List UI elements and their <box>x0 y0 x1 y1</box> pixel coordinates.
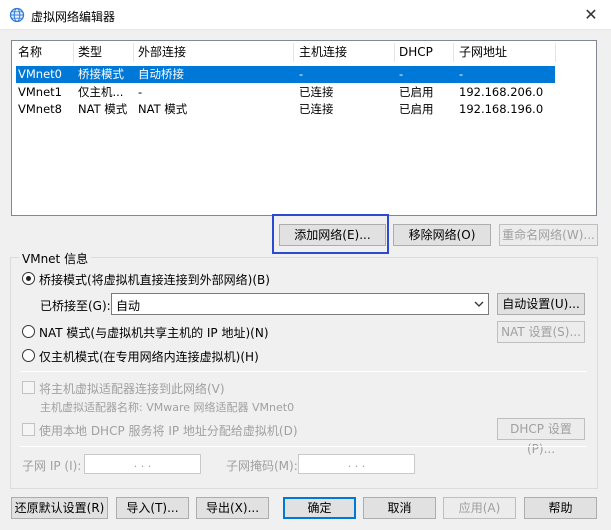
network-list[interactable]: 名称 类型 外部连接 主机连接 DHCP 子网地址 VMnet0 桥接模式 自动… <box>11 40 597 216</box>
import-button[interactable]: 导入(T)... <box>116 497 189 519</box>
table-row[interactable]: VMnet1 仅主机... - 已连接 已启用 192.168.206.0 <box>16 84 555 101</box>
column-header-dhcp[interactable]: DHCP <box>399 41 433 64</box>
subnet-mask-input[interactable]: . . . <box>298 454 415 474</box>
subnet-ip-input[interactable]: . . . <box>84 454 201 474</box>
table-row[interactable]: VMnet8 NAT 模式 NAT 模式 已连接 已启用 192.168.196… <box>16 101 555 118</box>
cell-host: 已连接 <box>299 85 334 99</box>
nat-radio[interactable] <box>22 325 35 338</box>
ok-button[interactable]: 确定 <box>283 497 356 519</box>
remove-network-button[interactable]: 移除网络(O) <box>393 224 491 246</box>
export-button[interactable]: 导出(X)... <box>196 497 269 519</box>
cell-subnet: 192.168.196.0 <box>459 102 544 116</box>
bridged-to-select[interactable]: 自动 <box>111 293 489 315</box>
cell-subnet: - <box>459 67 464 81</box>
cell-name: VMnet0 <box>18 67 62 81</box>
connect-adapter-checkbox[interactable] <box>22 381 35 394</box>
cell-subnet: 192.168.206.0 <box>459 85 544 99</box>
divider <box>20 446 587 447</box>
column-header-external[interactable]: 外部连接 <box>138 41 186 64</box>
nat-settings-button[interactable]: NAT 设置(S)... <box>497 321 585 343</box>
title-bar: 虚拟网络编辑器 ✕ <box>0 0 611 30</box>
dhcp-label[interactable]: 使用本地 DHCP 服务将 IP 地址分配给虚拟机(D) <box>39 422 298 439</box>
cell-type: 仅主机... <box>78 85 124 99</box>
window-title: 虚拟网络编辑器 <box>31 10 116 24</box>
column-header-host[interactable]: 主机连接 <box>299 41 347 64</box>
adapter-name-label: 主机虚拟适配器名称: VMware 网络适配器 VMnet0 <box>40 401 295 414</box>
bridged-to-value: 自动 <box>116 299 141 313</box>
dhcp-checkbox[interactable] <box>22 423 35 436</box>
table-row[interactable]: VMnet0 桥接模式 自动桥接 - - - <box>16 66 555 83</box>
nat-label[interactable]: NAT 模式(与虚拟机共享主机的 IP 地址)(N) <box>39 324 269 341</box>
cell-type: NAT 模式 <box>78 102 128 116</box>
column-header-name[interactable]: 名称 <box>18 41 42 64</box>
connect-adapter-label[interactable]: 将主机虚拟适配器连接到此网络(V) <box>39 380 225 397</box>
host-only-label[interactable]: 仅主机模式(在专用网络内连接虚拟机)(H) <box>39 348 259 365</box>
host-only-radio[interactable] <box>22 349 35 362</box>
vmnet-info-title: VMnet 信息 <box>19 250 92 267</box>
cell-name: VMnet8 <box>18 102 62 116</box>
highlight-box <box>272 214 389 254</box>
cell-dhcp: 已启用 <box>399 102 434 116</box>
cancel-button[interactable]: 取消 <box>363 497 436 519</box>
close-icon[interactable]: ✕ <box>577 3 605 27</box>
cell-external: 自动桥接 <box>138 67 184 81</box>
column-header-type[interactable]: 类型 <box>78 41 102 64</box>
cell-dhcp: - <box>399 67 404 81</box>
help-button[interactable]: 帮助 <box>524 497 597 519</box>
column-header-subnet[interactable]: 子网地址 <box>459 41 507 64</box>
bridged-label[interactable]: 桥接模式(将虚拟机直接连接到外部网络)(B) <box>39 271 270 288</box>
cell-host: 已连接 <box>299 102 334 116</box>
cell-name: VMnet1 <box>18 85 62 99</box>
globe-icon <box>9 7 25 23</box>
restore-defaults-button[interactable]: 还原默认设置(R) <box>11 497 108 519</box>
divider <box>20 371 587 372</box>
cell-external: NAT 模式 <box>138 102 188 116</box>
bridged-radio[interactable] <box>22 272 35 285</box>
cell-type: 桥接模式 <box>78 67 124 81</box>
cell-dhcp: 已启用 <box>399 85 434 99</box>
subnet-mask-label: 子网掩码(M): <box>226 459 298 473</box>
cell-host: - <box>299 67 304 81</box>
apply-button[interactable]: 应用(A) <box>443 497 516 519</box>
subnet-ip-label: 子网 IP (I): <box>22 459 82 473</box>
rename-network-button[interactable]: 重命名网络(W)... <box>499 224 598 246</box>
dhcp-settings-button[interactable]: DHCP 设置(P)... <box>497 418 585 456</box>
chevron-down-icon <box>474 301 484 307</box>
auto-settings-button[interactable]: 自动设置(U)... <box>497 293 585 315</box>
cell-external: - <box>138 85 143 99</box>
bridged-to-label: 已桥接至(G): <box>40 299 111 313</box>
